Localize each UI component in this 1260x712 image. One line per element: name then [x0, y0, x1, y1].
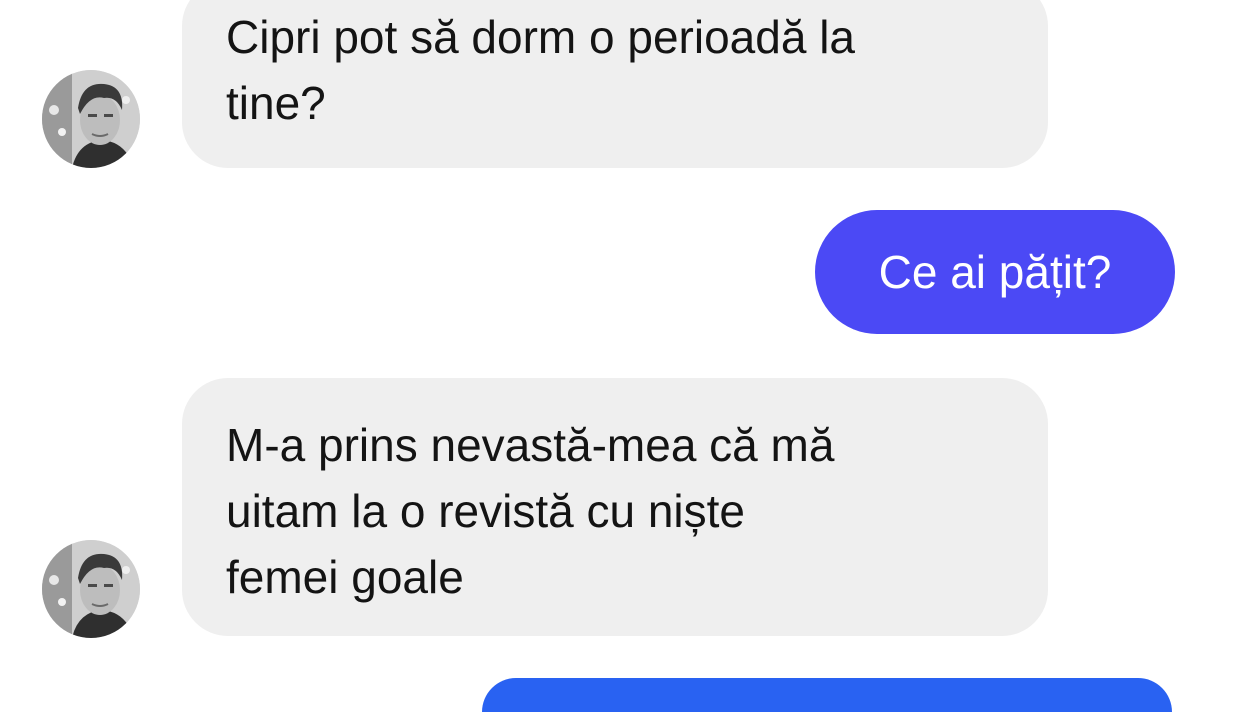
message-text-line: M-a prins nevastă-mea că mă — [226, 419, 835, 471]
user-avatar-icon[interactable] — [42, 70, 140, 168]
incoming-message-bubble[interactable]: Cipri pot să dorm o perioadă la tine? — [182, 0, 1048, 168]
outgoing-message-bubble[interactable]: Ce ai pățit? — [815, 210, 1175, 334]
avatar-photo — [42, 70, 140, 168]
user-avatar-icon[interactable] — [42, 540, 140, 638]
message-text-line: Cipri pot să dorm o perioadă la — [226, 11, 855, 63]
message-text-line: uitam la o revistă cu niște — [226, 485, 746, 537]
message-text-line: femei goale — [226, 551, 464, 603]
incoming-message-bubble[interactable]: M-a prins nevastă-mea că mă uitam la o r… — [182, 378, 1048, 636]
message-text-line: Ce ai pățit? — [878, 246, 1112, 298]
message-text-line: tine? — [226, 77, 326, 129]
avatar-photo — [42, 540, 140, 638]
chat-thread: Cipri pot să dorm o perioadă la tine? Ce… — [0, 0, 1260, 712]
outgoing-message-bubble[interactable] — [482, 678, 1172, 712]
